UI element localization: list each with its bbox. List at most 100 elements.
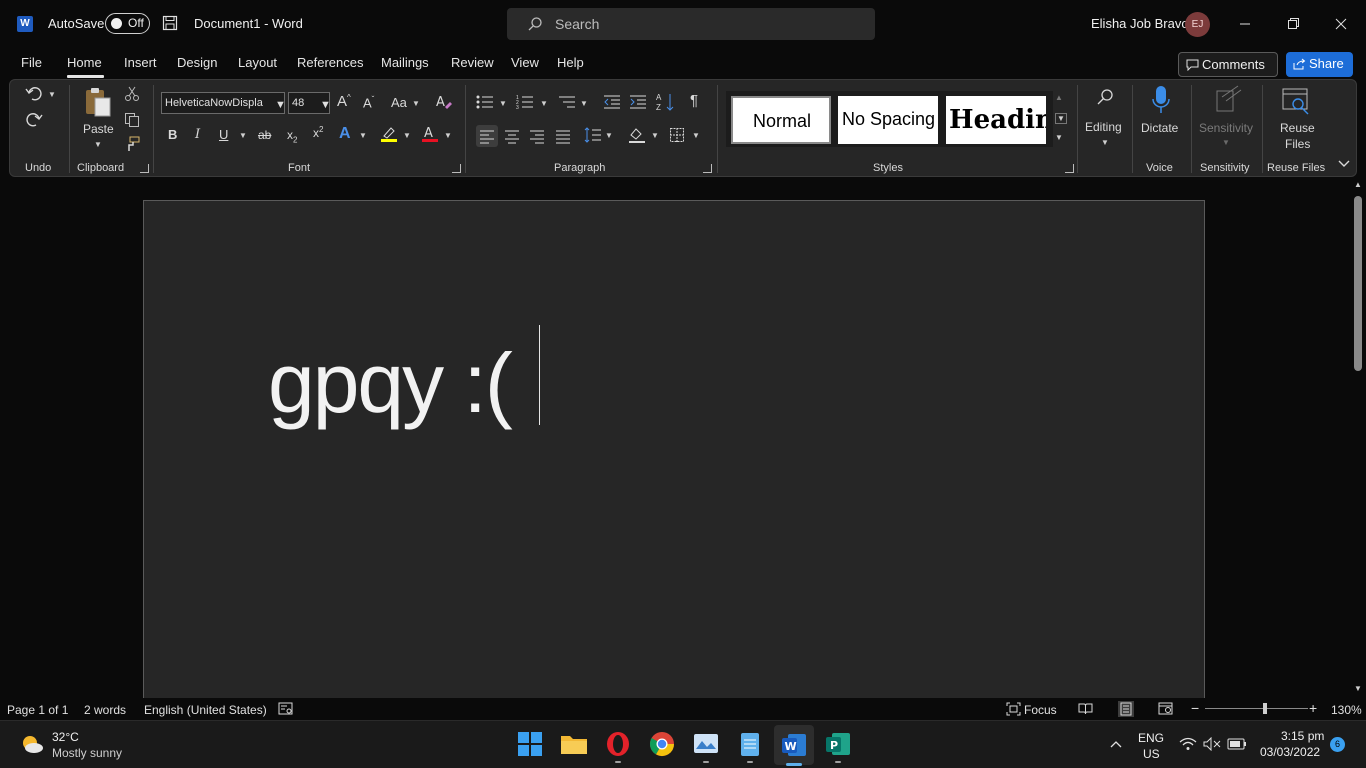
underline-icon[interactable]: U [219, 127, 228, 142]
autosave-toggle[interactable]: Off [105, 13, 150, 34]
styles-scroll-down-icon[interactable]: ▼ [1055, 113, 1067, 124]
align-center-icon[interactable] [504, 128, 520, 144]
justify-icon[interactable] [555, 128, 571, 144]
weather-description[interactable]: Mostly sunny [52, 746, 122, 760]
dictate-label[interactable]: Dictate [1141, 121, 1178, 135]
word-count[interactable]: 2 words [84, 703, 126, 717]
shrink-font-icon[interactable]: Aˇ [363, 95, 374, 110]
word-taskbar-button[interactable]: W [774, 725, 814, 765]
close-button[interactable] [1318, 8, 1364, 40]
strikethrough-icon[interactable]: ab [258, 128, 271, 142]
align-left-button[interactable] [476, 125, 498, 147]
tab-design[interactable]: Design [177, 55, 217, 70]
vertical-scrollbar[interactable]: ▲ ▼ [1350, 178, 1366, 698]
reuse-files-label-1[interactable]: Reuse [1280, 121, 1315, 135]
zoom-slider[interactable] [1205, 703, 1308, 714]
paste-label[interactable]: Paste [83, 122, 114, 136]
battery-icon[interactable] [1227, 737, 1247, 751]
restore-button[interactable] [1270, 8, 1316, 40]
focus-label[interactable]: Focus [1024, 703, 1057, 717]
paste-dropdown-icon[interactable]: ▼ [94, 140, 102, 149]
subscript-icon[interactable]: x2 [287, 128, 297, 144]
zoom-out-icon[interactable]: − [1191, 700, 1199, 716]
input-language-2[interactable]: US [1143, 747, 1160, 761]
photos-button[interactable] [691, 729, 721, 759]
start-button[interactable] [515, 729, 545, 759]
document-area[interactable]: gpqy :( [0, 178, 1350, 710]
scroll-down-icon[interactable]: ▼ [1354, 684, 1362, 693]
underline-dropdown-icon[interactable]: ▼ [239, 131, 247, 140]
comments-button[interactable]: Comments [1178, 52, 1278, 77]
copy-icon[interactable] [124, 112, 140, 128]
shading-icon[interactable] [628, 126, 646, 144]
bold-icon[interactable]: B [168, 127, 177, 142]
accessibility-icon[interactable] [278, 702, 293, 715]
multilevel-dropdown-icon[interactable]: ▼ [580, 99, 588, 108]
file-explorer-button[interactable] [559, 729, 589, 759]
notification-badge[interactable]: 6 [1330, 737, 1345, 752]
read-mode-icon[interactable] [1078, 702, 1093, 715]
clipboard-launcher-icon[interactable] [140, 164, 149, 173]
page-count[interactable]: Page 1 of 1 [7, 703, 68, 717]
align-right-icon[interactable] [529, 128, 545, 144]
zoom-slider-thumb[interactable] [1262, 703, 1267, 714]
clear-formatting-icon[interactable]: A [435, 93, 453, 111]
volume-muted-icon[interactable] [1203, 737, 1221, 751]
tab-references[interactable]: References [297, 55, 363, 70]
sort-icon[interactable]: AZ [656, 92, 676, 112]
bullets-dropdown-icon[interactable]: ▼ [499, 99, 507, 108]
language-status[interactable]: English (United States) [144, 703, 267, 717]
document-text[interactable]: gpqy :( [268, 335, 513, 432]
search-box[interactable]: Search [507, 8, 875, 40]
multilevel-list-icon[interactable] [558, 94, 576, 110]
grow-font-icon[interactable]: A^ [337, 93, 351, 110]
undo-icon[interactable] [24, 84, 44, 104]
text-effects-dropdown-icon[interactable]: ▼ [359, 131, 367, 140]
styles-launcher-icon[interactable] [1065, 164, 1074, 173]
clock-time[interactable]: 3:15 pm [1281, 729, 1324, 743]
focus-icon[interactable] [1006, 702, 1021, 716]
web-layout-icon[interactable] [1158, 702, 1173, 715]
clock-date[interactable]: 03/03/2022 [1260, 745, 1320, 759]
publisher-button[interactable]: P [823, 729, 853, 759]
change-case-icon[interactable]: Aa [391, 95, 407, 110]
style-normal[interactable]: Normal [730, 95, 832, 145]
reuse-files-icon[interactable] [1281, 87, 1311, 117]
input-language-1[interactable]: ENG [1138, 731, 1164, 745]
user-name[interactable]: Elisha Job Bravo [1091, 16, 1189, 31]
avatar[interactable]: EJ [1185, 12, 1210, 37]
decrease-indent-icon[interactable] [603, 94, 621, 110]
font-name-field[interactable]: HelveticaNowDispla ▼ [161, 92, 286, 114]
style-no-spacing[interactable]: No Spacing [838, 96, 938, 144]
font-size-field[interactable]: 48 ▼ [288, 92, 331, 114]
borders-icon[interactable] [669, 127, 685, 143]
shading-dropdown-icon[interactable]: ▼ [651, 131, 659, 140]
style-heading[interactable]: Headin [946, 96, 1046, 144]
notepad-button[interactable] [735, 729, 765, 759]
undo-dropdown-icon[interactable]: ▼ [48, 90, 56, 99]
weather-temperature[interactable]: 32°C [52, 730, 79, 744]
zoom-in-icon[interactable]: + [1309, 700, 1317, 716]
bullets-icon[interactable] [476, 94, 494, 110]
show-hidden-icons-icon[interactable] [1109, 739, 1123, 749]
line-spacing-dropdown-icon[interactable]: ▼ [605, 131, 613, 140]
borders-dropdown-icon[interactable]: ▼ [692, 131, 700, 140]
weather-icon[interactable] [20, 733, 44, 755]
increase-indent-icon[interactable] [629, 94, 647, 110]
microphone-icon[interactable] [1150, 85, 1172, 115]
chrome-button[interactable] [647, 729, 677, 759]
find-icon[interactable] [1095, 88, 1115, 108]
format-painter-icon[interactable] [124, 136, 140, 152]
numbering-icon[interactable]: 123 [516, 94, 534, 110]
tab-file[interactable]: File [21, 55, 42, 70]
ribbon-options-icon[interactable] [1337, 158, 1351, 168]
highlight-dropdown-icon[interactable]: ▼ [403, 131, 411, 140]
redo-icon[interactable] [24, 110, 44, 130]
document-page[interactable]: gpqy :( [143, 200, 1205, 710]
tab-insert[interactable]: Insert [124, 55, 157, 70]
reuse-files-label-2[interactable]: Files [1285, 137, 1310, 151]
italic-icon[interactable]: I [195, 127, 200, 142]
opera-button[interactable] [603, 729, 633, 759]
scrollbar-thumb[interactable] [1354, 196, 1362, 371]
tab-view[interactable]: View [511, 55, 539, 70]
